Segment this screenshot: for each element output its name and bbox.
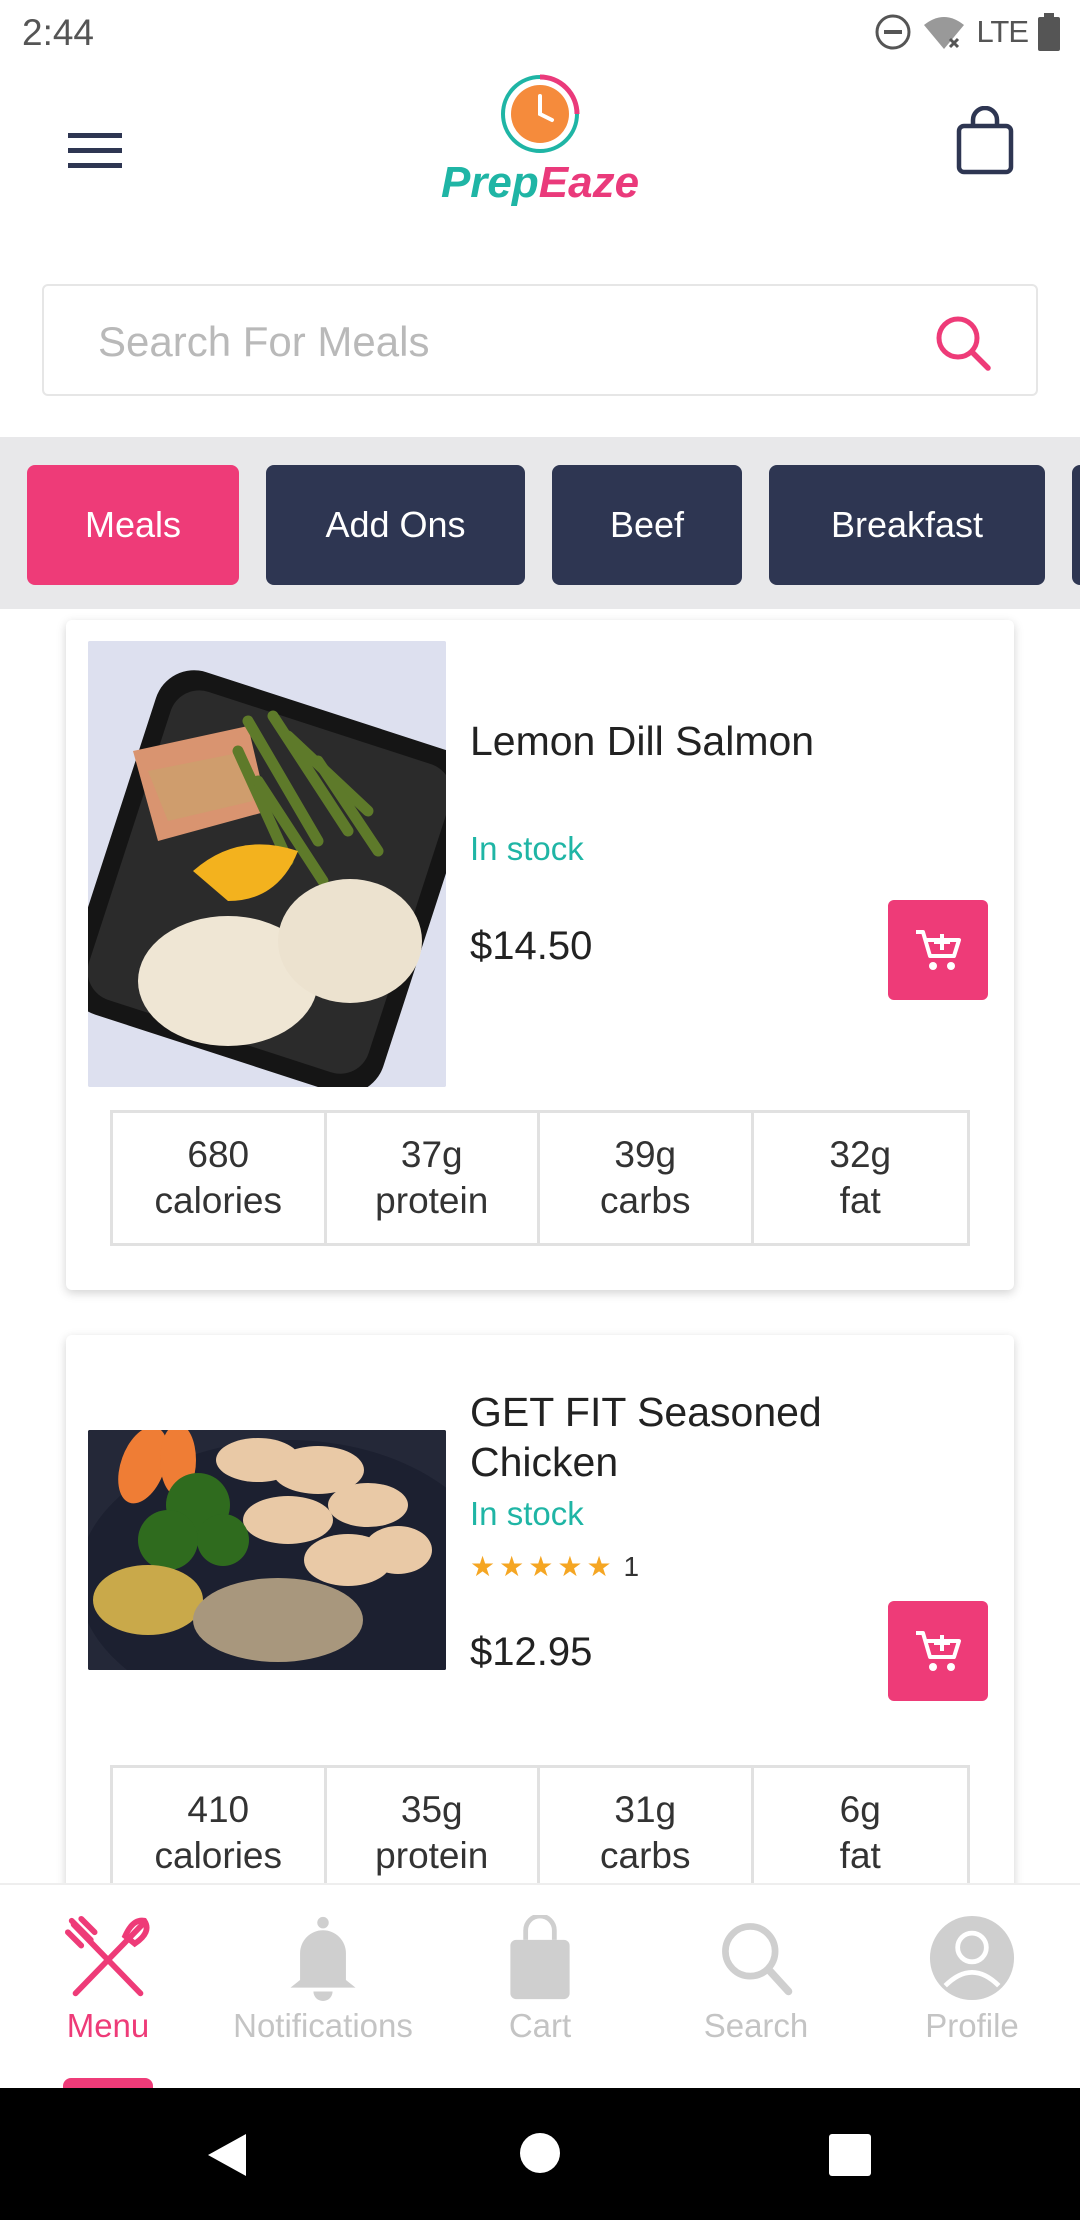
product-card[interactable]: GET FIT Seasoned Chicken In stock ★ ★ ★ ★… <box>66 1335 1014 1935</box>
clock-logo-icon <box>501 74 580 153</box>
nutrition-protein: 37g protein <box>327 1113 540 1243</box>
nutrition-carbs: 39g carbs <box>540 1113 754 1243</box>
nutrition-value: 35g <box>400 1789 463 1830</box>
status-icons: LTE <box>874 12 1060 52</box>
nutrition-unit: fat <box>839 1835 881 1876</box>
nutrition-fat: 6g fat <box>754 1768 968 1898</box>
shopping-bag-icon <box>956 105 1014 175</box>
add-cart-icon <box>916 930 961 970</box>
nutrition-value: 32g <box>829 1134 892 1175</box>
nutrition-unit: protein <box>375 1835 489 1876</box>
tab-next-partial[interactable] <box>1072 465 1080 585</box>
nutrition-value: 680 <box>187 1134 250 1175</box>
add-to-cart-button[interactable] <box>888 900 988 1000</box>
star-icon: ★ <box>528 1551 554 1582</box>
hamburger-menu-button[interactable] <box>62 118 128 184</box>
bell-icon <box>290 1916 356 2001</box>
star-icon: ★ <box>499 1551 525 1582</box>
nav-profile[interactable]: Profile <box>872 1915 1072 2045</box>
recents-icon[interactable] <box>829 2134 871 2176</box>
star-icon: ★ <box>557 1551 583 1582</box>
fork-knife-icon <box>65 1915 150 1997</box>
system-navigation-bar <box>0 2088 1080 2220</box>
logo-prep: Prep <box>440 158 539 207</box>
status-bar: 2:44 LTE <box>0 0 1080 66</box>
rating-count: 1 <box>623 1550 640 1582</box>
product-image[interactable] <box>88 1430 446 1670</box>
stock-status: In stock <box>470 830 584 867</box>
nav-label: Menu <box>66 2007 150 2044</box>
category-tabs: Meals Add Ons Beef Breakfast <box>0 437 1080 609</box>
wifi-icon <box>924 17 965 49</box>
search-bar <box>42 284 1038 396</box>
do-not-disturb-icon <box>875 14 911 50</box>
nutrition-carbs: 31g carbs <box>540 1768 754 1898</box>
add-cart-icon <box>916 1631 961 1671</box>
nav-search[interactable]: Search <box>656 1915 856 2045</box>
nutrition-calories: 410 calories <box>113 1768 327 1898</box>
nutrition-unit: carbs <box>600 1835 691 1876</box>
battery-icon <box>1038 13 1060 51</box>
app-logo: PrepEaze <box>420 74 660 224</box>
search-icon <box>722 1923 793 1996</box>
nutrition-table: 680 calories 37g protein 39g carbs 32g fat <box>110 1110 970 1246</box>
back-icon[interactable] <box>204 2132 250 2178</box>
nav-cart[interactable]: Cart <box>440 1915 640 2045</box>
hamburger-icon <box>68 133 122 168</box>
nav-label: Profile <box>925 2007 1019 2044</box>
nutrition-fat: 32g fat <box>754 1113 968 1243</box>
logo-wordmark: PrepEaze <box>420 158 660 208</box>
product-price: $12.95 <box>470 1630 593 1674</box>
nutrition-calories: 680 calories <box>113 1113 327 1243</box>
product-name-line2: Chicken <box>470 1439 619 1485</box>
nutrition-value: 31g <box>614 1789 677 1830</box>
nutrition-unit: calories <box>154 1835 283 1876</box>
nutrition-table: 410 calories 35g protein 31g carbs 6g fat <box>110 1765 970 1901</box>
star-icon: ★ <box>586 1551 612 1582</box>
nutrition-unit: calories <box>154 1180 283 1221</box>
chicken-meal-image <box>88 1430 446 1670</box>
nutrition-value: 37g <box>400 1134 463 1175</box>
shopping-bag-icon <box>510 1915 570 2000</box>
nutrition-unit: protein <box>375 1180 489 1221</box>
nutrition-value: 39g <box>614 1134 677 1175</box>
network-type: LTE <box>976 14 1029 49</box>
tab-beef[interactable]: Beef <box>552 465 742 585</box>
product-image[interactable] <box>88 641 446 1087</box>
logo-eaze: Eaze <box>538 158 640 207</box>
tab-meals[interactable]: Meals <box>27 465 239 585</box>
stock-status: In stock <box>470 1495 584 1532</box>
profile-icon <box>929 1915 1015 2001</box>
salmon-meal-image <box>88 641 446 1087</box>
nutrition-unit: carbs <box>600 1180 691 1221</box>
nav-menu[interactable]: Menu <box>8 1915 208 2045</box>
search-input[interactable] <box>98 310 918 374</box>
nutrition-unit: fat <box>839 1180 881 1221</box>
product-card[interactable]: Lemon Dill Salmon In stock $14.50 680 cal… <box>66 620 1014 1290</box>
shopping-bag-button[interactable] <box>955 105 1021 186</box>
bottom-navigation: Menu Notifications Cart Search Profile <box>0 1883 1080 2092</box>
tab-breakfast[interactable]: Breakfast <box>769 465 1045 585</box>
product-name[interactable]: GET FIT Seasoned Chicken <box>470 1387 822 1487</box>
nutrition-value: 6g <box>839 1789 881 1830</box>
search-icon[interactable] <box>934 314 992 372</box>
nutrition-value: 410 <box>187 1789 250 1830</box>
app-header: PrepEaze <box>0 66 1080 276</box>
tab-add-ons[interactable]: Add Ons <box>266 465 525 585</box>
product-name[interactable]: Lemon Dill Salmon <box>470 716 814 766</box>
product-name-line1: GET FIT Seasoned <box>470 1389 822 1435</box>
nav-label: Notifications <box>233 2007 413 2044</box>
rating: ★ ★ ★ ★ ★ 1 <box>470 1550 639 1583</box>
nav-notifications[interactable]: Notifications <box>223 1915 423 2045</box>
star-icon: ★ <box>470 1551 496 1582</box>
nav-label: Search <box>703 2007 809 2044</box>
status-time: 2:44 <box>22 12 95 53</box>
add-to-cart-button[interactable] <box>888 1601 988 1701</box>
nutrition-protein: 35g protein <box>327 1768 540 1898</box>
home-icon[interactable] <box>519 2132 561 2174</box>
nav-label: Cart <box>508 2007 572 2044</box>
product-price: $14.50 <box>470 924 593 968</box>
